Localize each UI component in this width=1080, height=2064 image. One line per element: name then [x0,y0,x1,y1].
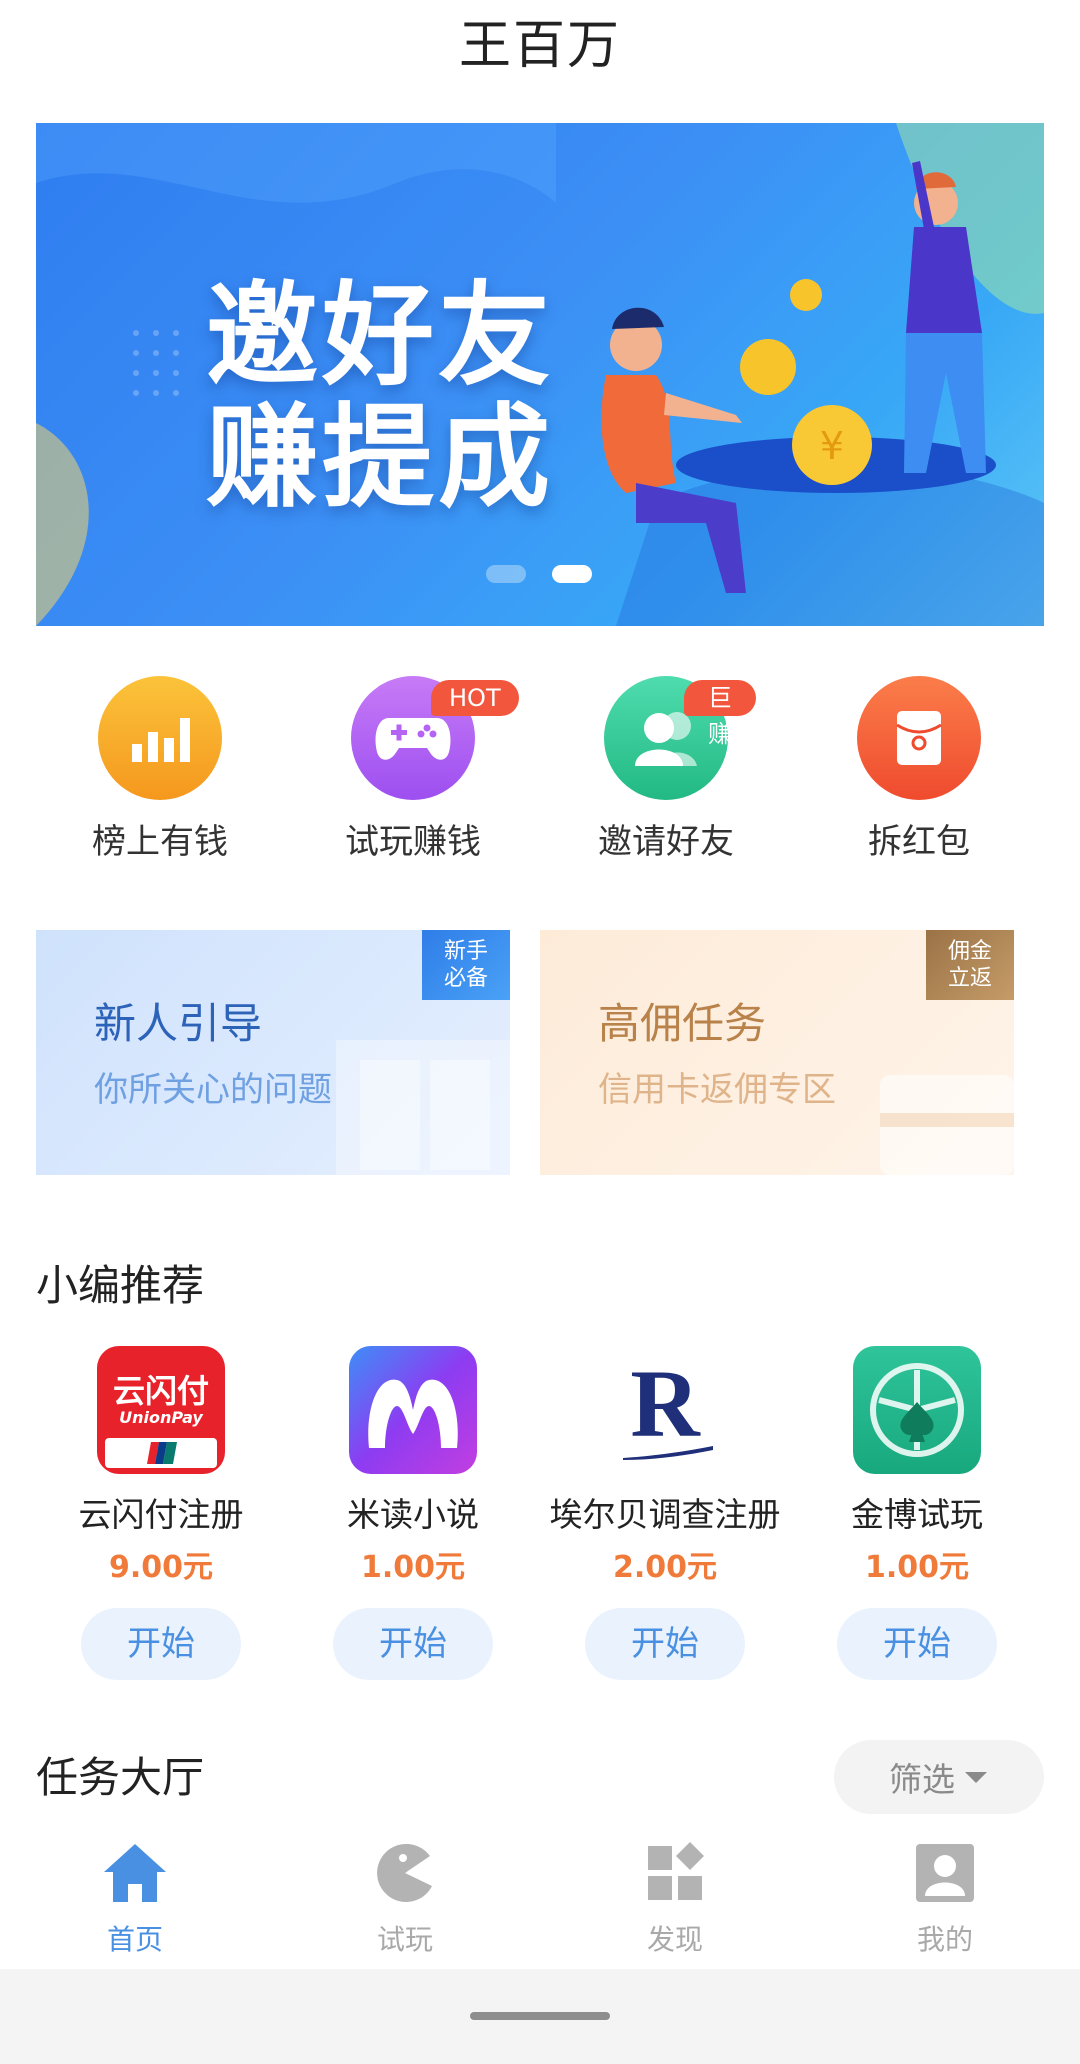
start-button[interactable]: 开始 [333,1608,493,1680]
tag-line: 佣金 [947,939,992,964]
hot-badge: HOT [431,680,519,716]
svg-text:¥: ¥ [820,424,844,468]
commission-tag: 佣金 立返 [926,930,1014,1000]
recommend-item-name: 埃尔贝调查注册 [549,1495,781,1534]
midu-app-icon[interactable] [349,1346,477,1474]
tag-line: 立返 [947,966,992,991]
icon-text: 云闪付 [112,1372,209,1410]
recommend-section-title: 小编推荐 [36,1261,205,1310]
start-button[interactable]: 开始 [81,1608,241,1680]
task-hall-title: 任务大厅 [36,1753,205,1802]
quick-menu-label: 试玩赚钱 [345,822,481,862]
quick-menu-label: 邀请好友 [598,822,734,862]
letter-r-app-icon[interactable]: R [601,1346,729,1474]
quick-menu-label: 拆红包 [868,822,970,862]
nav-label: 我的 [916,1923,973,1956]
spade-app-icon[interactable] [853,1346,981,1474]
nav-label: 首页 [106,1923,163,1956]
recommend-item-price: 9.00元 [108,1550,214,1585]
quick-menu-red-envelope[interactable]: 拆红包 [829,676,1009,863]
recommend-item-name: 金博试玩 [851,1495,983,1534]
promo-title: 高佣任务 [598,999,767,1048]
big-earn-badge: 巨赚 [684,680,756,748]
filter-button[interactable]: 筛选 [834,1740,1044,1814]
newbie-tag: 新手 必备 [422,930,510,1000]
red-envelope-icon [857,676,981,800]
home-icon [104,1844,166,1902]
recommend-item: R 埃尔贝调查注册 2.00元 开始 [540,1346,790,1680]
recommend-item-price: 1.00元 [360,1550,466,1585]
recommend-item-name: 米读小说 [347,1495,479,1534]
credit-card-icon [880,1075,1014,1175]
caret-down-icon [965,1772,987,1783]
start-button[interactable]: 开始 [585,1608,745,1680]
quick-menu-invite[interactable]: 邀请好友 巨赚 [576,676,756,863]
nav-label: 试玩 [376,1923,433,1956]
profile-icon [916,1844,974,1902]
apps-icon [648,1842,704,1900]
tag-line: 新手 [443,939,488,964]
recommend-item-name: 云闪付注册 [78,1495,244,1534]
carousel-dot-1[interactable] [486,565,526,583]
icon-text: R [630,1350,700,1457]
book-icon [336,1040,510,1175]
quick-menu-ranking[interactable]: 榜上有钱 [70,676,250,863]
tag-line: 必备 [443,966,488,991]
bar-chart-icon [98,676,222,800]
nav-home[interactable]: 首页 [35,1838,235,1958]
quick-menu-trial-play[interactable]: 试玩赚钱 HOT [323,676,519,863]
recommend-item-price: 1.00元 [864,1550,970,1585]
recommend-item: 云闪付 UnionPay 云闪付注册 9.00元 开始 [36,1346,286,1680]
start-button[interactable]: 开始 [837,1608,997,1680]
promo-subtitle: 你所关心的问题 [94,1070,332,1110]
quick-menu-label: 榜上有钱 [92,822,228,862]
filter-label: 筛选 [889,1760,955,1799]
banner-headline-2: 赚提成 [206,393,554,523]
carousel-dot-2-active[interactable] [552,565,592,583]
recommend-item: 金博试玩 1.00元 开始 [792,1346,1042,1680]
pacman-icon [377,1843,432,1902]
nav-discover[interactable]: 发现 [575,1838,775,1958]
banner-carousel[interactable]: ¥ 邀好友 赚提成 [36,123,1044,626]
icon-subtext: UnionPay [119,1408,203,1427]
newbie-guide-card[interactable]: 新人引导 你所关心的问题 新手 必备 [36,930,510,1175]
recommend-item-price: 2.00元 [612,1550,718,1585]
gesture-handle[interactable] [470,2012,610,2020]
nav-trial[interactable]: 试玩 [305,1838,505,1958]
nav-label: 发现 [646,1923,703,1956]
recommend-item: 米读小说 1.00元 开始 [288,1346,538,1680]
promo-subtitle: 信用卡返佣专区 [598,1070,836,1110]
promo-title: 新人引导 [94,999,263,1048]
high-commission-card[interactable]: 高佣任务 信用卡返佣专区 佣金 立返 [540,930,1014,1175]
unionpay-app-icon[interactable]: 云闪付 UnionPay [97,1346,225,1474]
page-title: 王百万 [458,16,621,76]
nav-profile[interactable]: 我的 [845,1838,1045,1958]
